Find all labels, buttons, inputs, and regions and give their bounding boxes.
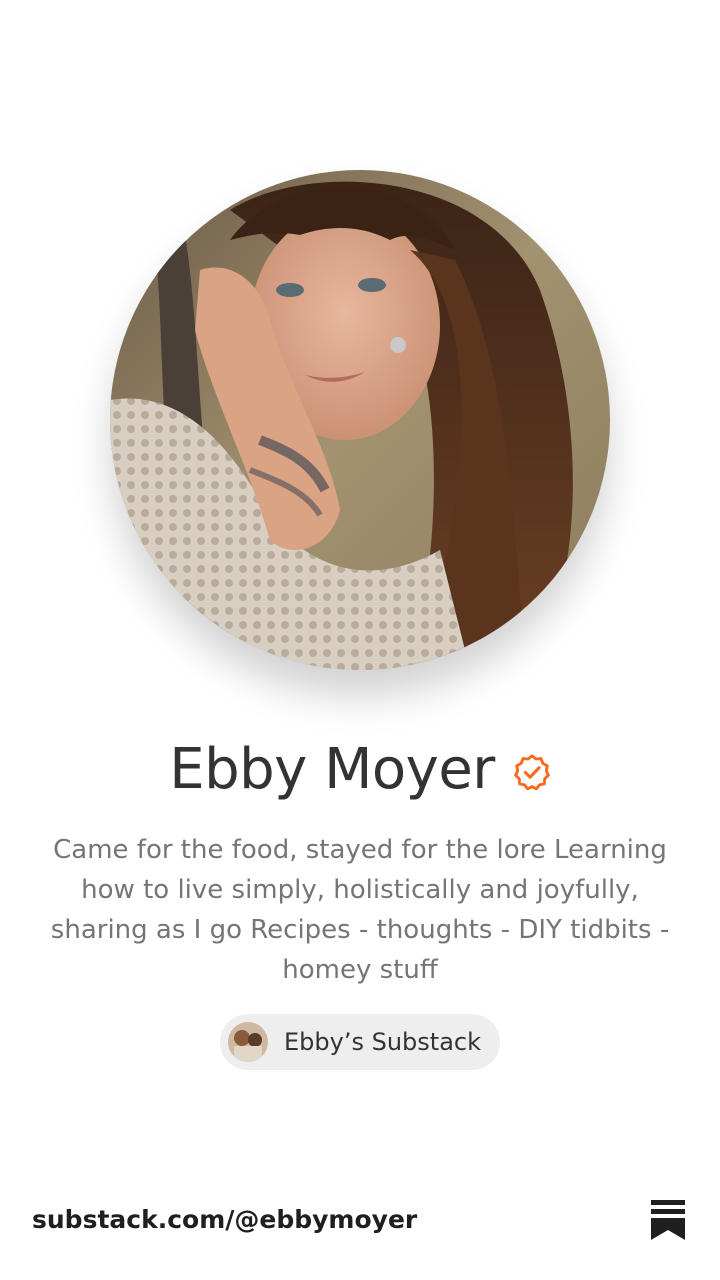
profile-avatar	[110, 170, 610, 670]
name-row: Ebby Moyer	[0, 730, 720, 810]
publication-chip[interactable]: Ebby’s Substack	[220, 1014, 500, 1070]
verified-check-icon	[514, 754, 550, 791]
publication-avatar	[228, 1022, 268, 1062]
profile-url[interactable]: substack.com/@ebbymoyer	[32, 1200, 417, 1240]
substack-logo-icon[interactable]	[651, 1200, 685, 1240]
profile-bio: Came for the food, stayed for the lore L…	[50, 835, 670, 985]
publication-name: Ebby’s Substack	[284, 1028, 481, 1056]
profile-name: Ebby Moyer	[169, 737, 495, 802]
